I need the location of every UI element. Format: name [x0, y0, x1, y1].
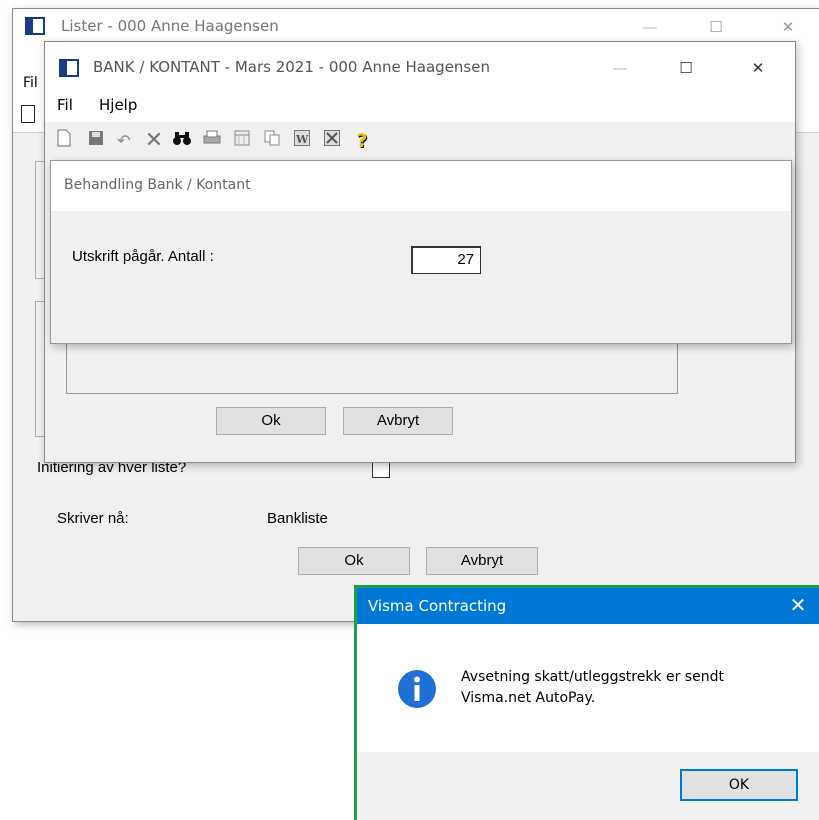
bank-menu-fil[interactable]: Fil	[57, 96, 73, 114]
calendar-icon[interactable]	[231, 129, 253, 153]
binoculars-icon[interactable]	[171, 129, 193, 153]
delete-icon[interactable]: ✕	[143, 129, 165, 153]
new-document-icon[interactable]	[53, 129, 75, 153]
visma-message-line2: Visma.net AutoPay.	[461, 690, 596, 706]
lister-minimize-button[interactable]: —	[627, 12, 673, 42]
undo-icon[interactable]: ↶	[113, 129, 135, 153]
progress-dialog-titlebar[interactable]: Behandling Bank / Kontant	[51, 161, 791, 211]
bank-ok-button[interactable]: Ok	[216, 407, 326, 435]
bank-toolbar: ↶ ✕ W ?	[45, 124, 795, 158]
bank-maximize-button[interactable]: ☐	[663, 53, 709, 83]
excel-icon[interactable]	[321, 129, 343, 153]
visma-body: Avsetning skatt/utleggstrekk er sendt Vi…	[357, 624, 819, 752]
progress-count-value: 27	[457, 251, 474, 268]
bank-avbryt-button[interactable]: Avbryt	[343, 407, 453, 435]
info-icon	[397, 669, 437, 713]
help-icon[interactable]: ?	[351, 129, 373, 153]
visma-dialog: Visma Contracting ✕ Avsetning skatt/utle…	[354, 585, 819, 820]
bank-minimize-button[interactable]: —	[597, 53, 643, 83]
svg-text:W: W	[295, 133, 309, 146]
progress-label: Utskrift pågår. Antall :	[72, 248, 214, 265]
copy-icon[interactable]	[261, 129, 283, 153]
save-icon[interactable]	[85, 129, 107, 153]
visma-ok-button[interactable]: OK	[680, 769, 798, 801]
visma-footer: OK	[357, 752, 819, 820]
visma-title: Visma Contracting	[368, 597, 507, 615]
skriver-label: Skriver nå:	[57, 510, 129, 527]
print-icon[interactable]	[201, 129, 223, 153]
lister-close-button[interactable]: ✕	[765, 12, 811, 42]
app-icon	[25, 17, 45, 35]
word-icon[interactable]: W	[291, 129, 313, 153]
bank-menubar: Fil Hjelp	[45, 94, 795, 122]
bank-close-button[interactable]: ✕	[735, 53, 781, 83]
visma-close-button[interactable]: ✕	[783, 593, 813, 619]
bank-menu-hjelp[interactable]: Hjelp	[99, 96, 137, 114]
progress-dialog: Behandling Bank / Kontant Utskrift pågår…	[50, 160, 792, 344]
bank-title: BANK / KONTANT - Mars 2021 - 000 Anne Ha…	[93, 58, 490, 76]
lister-title: Lister - 000 Anne Haagensen	[61, 17, 279, 35]
progress-dialog-title: Behandling Bank / Kontant	[64, 177, 251, 193]
skriver-value: Bankliste	[267, 510, 328, 527]
lister-maximize-button[interactable]: ☐	[693, 12, 739, 42]
bank-titlebar[interactable]: BANK / KONTANT - Mars 2021 - 000 Anne Ha…	[45, 42, 795, 94]
lister-ok-button[interactable]: Ok	[298, 547, 410, 575]
progress-count-field: 27	[411, 246, 481, 274]
lister-titlebar[interactable]: Lister - 000 Anne Haagensen — ☐ ✕	[13, 9, 819, 45]
lister-avbryt-button[interactable]: Avbryt	[426, 547, 538, 575]
visma-message-line1: Avsetning skatt/utleggstrekk er sendt	[461, 669, 724, 685]
app-icon	[59, 59, 79, 77]
lister-menu-fil[interactable]: Fil	[23, 75, 38, 91]
visma-titlebar[interactable]: Visma Contracting ✕	[357, 588, 819, 624]
lister-new-document-icon[interactable]	[21, 105, 35, 123]
